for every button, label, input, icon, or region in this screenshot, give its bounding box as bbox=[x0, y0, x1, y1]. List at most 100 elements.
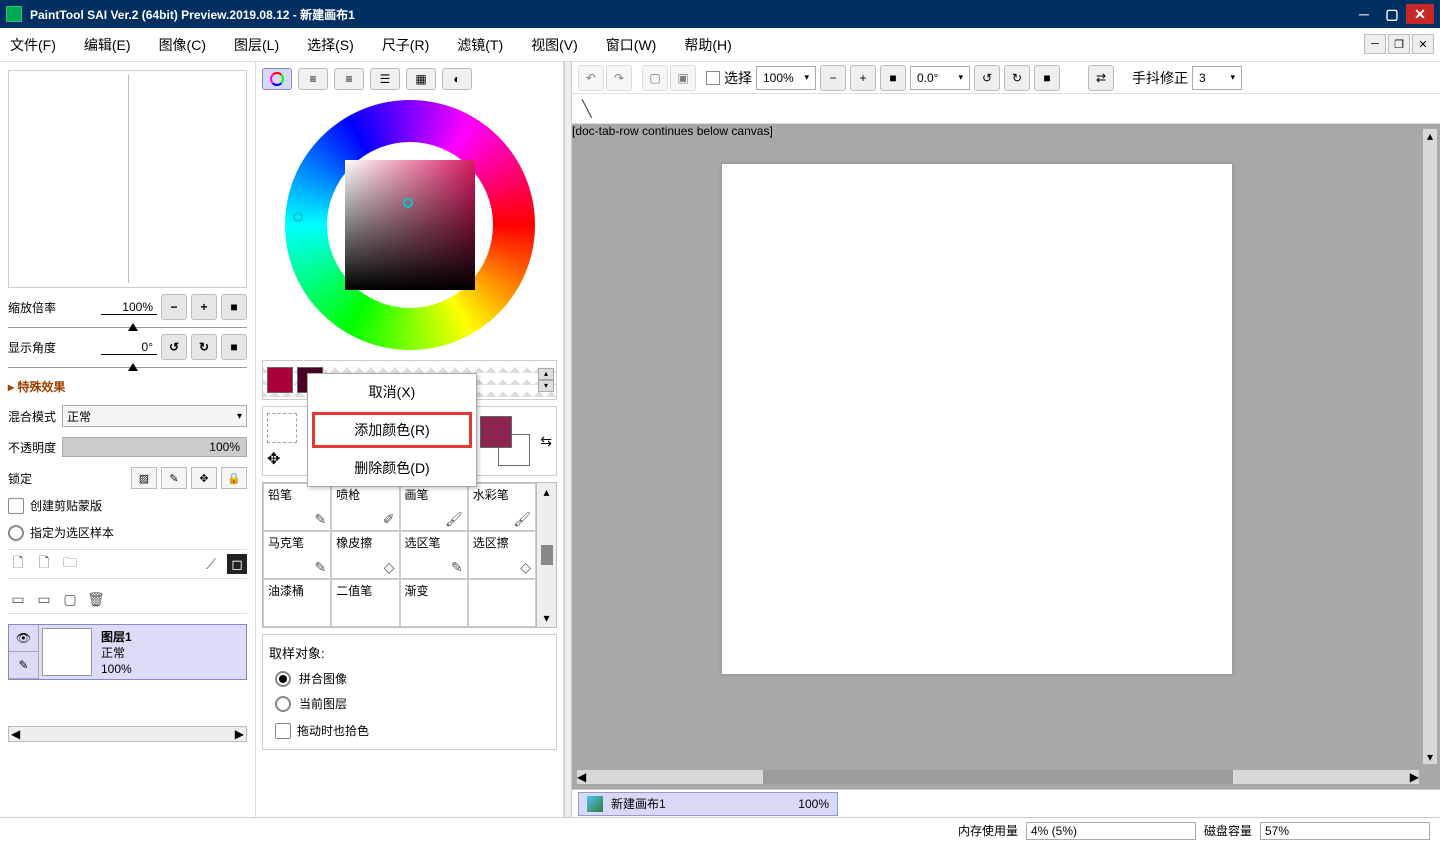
select-checkbox[interactable] bbox=[706, 71, 720, 85]
delete-layer-icon[interactable]: 🗑 bbox=[86, 589, 106, 609]
menu-window[interactable]: 窗口(W) bbox=[606, 35, 657, 55]
zoom-out-button[interactable]: − bbox=[161, 294, 187, 320]
new-linework-layer-icon[interactable]: 🗋 bbox=[34, 554, 54, 574]
swatch-down-button[interactable]: ▾ bbox=[538, 380, 554, 392]
angle-value[interactable]: 0° bbox=[101, 340, 157, 355]
selection-tool-icon[interactable] bbox=[267, 413, 297, 443]
brush-scrollbar[interactable]: ▴▾ bbox=[536, 483, 556, 627]
layer-item[interactable]: 👁 ✎ 图层1 正常 100% bbox=[8, 624, 247, 680]
deselect-button[interactable]: ▢ bbox=[642, 65, 668, 91]
effects-header[interactable]: ▸ 特殊效果 bbox=[8, 374, 247, 399]
lock-paint-button[interactable]: ✎ bbox=[161, 467, 187, 489]
document-tab[interactable]: 新建画布1 100% bbox=[578, 792, 838, 816]
zoom-reset-button[interactable]: ■ bbox=[221, 294, 247, 320]
doc-minimize-button[interactable]: ─ bbox=[1364, 34, 1386, 54]
canvas-zoom-out-button[interactable]: − bbox=[820, 65, 846, 91]
menu-layer[interactable]: 图层(L) bbox=[234, 35, 279, 55]
color-square[interactable] bbox=[345, 160, 475, 290]
clipping-mask-checkbox[interactable]: 创建剪贴蒙版 bbox=[8, 497, 247, 514]
visibility-icon[interactable]: 👁 bbox=[9, 625, 38, 652]
brush-bucket[interactable]: 油漆桶 bbox=[263, 579, 331, 627]
new-folder-icon[interactable]: 🗀 bbox=[60, 554, 80, 574]
brush-selpen[interactable]: 选区笔✎ bbox=[400, 531, 468, 579]
canvas-area[interactable]: [doc-tab-row continues below canvas] ▴▾ … bbox=[572, 124, 1440, 789]
layer-thumbnail[interactable] bbox=[42, 628, 92, 676]
brush-airbrush[interactable]: 喷枪✐ bbox=[331, 483, 399, 531]
color-wheel-tab[interactable] bbox=[262, 68, 292, 90]
rgb-bars-tab[interactable]: ≡ bbox=[298, 68, 328, 90]
minimize-button[interactable]: ─ bbox=[1350, 4, 1378, 24]
canvas-zoom-in-button[interactable]: + bbox=[850, 65, 876, 91]
stabilizer-input[interactable]: 3▾ bbox=[1192, 66, 1242, 90]
canvas[interactable] bbox=[722, 164, 1232, 674]
hue-picker-dot[interactable] bbox=[293, 212, 303, 222]
rotate-cw-button[interactable]: ↻ bbox=[191, 334, 217, 360]
invert-button[interactable]: ▣ bbox=[670, 65, 696, 91]
blend-mode-dropdown[interactable]: 正常▾ bbox=[62, 405, 247, 427]
navigator-preview[interactable] bbox=[8, 70, 247, 288]
brush-eraser[interactable]: 橡皮擦◇ bbox=[331, 531, 399, 579]
lock-move-button[interactable]: ✥ bbox=[191, 467, 217, 489]
zoom-value[interactable]: 100% bbox=[101, 300, 157, 315]
swatch-up-button[interactable]: ▴ bbox=[538, 368, 554, 380]
swatch-item[interactable] bbox=[267, 367, 293, 393]
angle-input[interactable]: 0.0°▾ bbox=[910, 66, 970, 90]
merge-down-icon[interactable]: ▭ bbox=[8, 589, 28, 609]
horizontal-scrollbar[interactable]: ◀▶ bbox=[576, 769, 1420, 785]
layer-scrollbar[interactable]: ◀▶ bbox=[8, 726, 247, 742]
menu-help[interactable]: 帮助(H) bbox=[684, 35, 731, 55]
close-button[interactable]: ✕ bbox=[1406, 4, 1434, 24]
line-tool-icon[interactable]: ╲ bbox=[582, 99, 592, 119]
swap-colors-icon[interactable]: ⇆ bbox=[540, 433, 552, 450]
redo-button[interactable]: ↷ bbox=[606, 65, 632, 91]
menu-file[interactable]: 文件(F) bbox=[10, 35, 56, 55]
canvas-zoom-fit-button[interactable]: ■ bbox=[880, 65, 906, 91]
doc-restore-button[interactable]: ❐ bbox=[1388, 34, 1410, 54]
canvas-rotate-reset-button[interactable]: ■ bbox=[1034, 65, 1060, 91]
maximize-button[interactable]: ▢ bbox=[1378, 4, 1406, 24]
brush-seleraser[interactable]: 选区擦◇ bbox=[468, 531, 536, 579]
color-picker-dot[interactable] bbox=[403, 198, 413, 208]
canvas-rotate-cw-button[interactable]: ↻ bbox=[1004, 65, 1030, 91]
lock-pixels-button[interactable]: ▨ bbox=[131, 467, 157, 489]
context-delete-color[interactable]: 删除颜色(D) bbox=[308, 450, 476, 486]
transfer-down-icon[interactable]: ⟋ bbox=[201, 554, 221, 574]
context-add-color[interactable]: 添加颜色(R) bbox=[312, 412, 472, 448]
menu-ruler[interactable]: 尺子(R) bbox=[382, 35, 429, 55]
move-tool-icon[interactable]: ✥ bbox=[267, 449, 297, 469]
menu-view[interactable]: 视图(V) bbox=[531, 35, 578, 55]
panel-divider[interactable] bbox=[564, 62, 572, 817]
rotate-reset-button[interactable]: ■ bbox=[221, 334, 247, 360]
selection-source-checkbox[interactable]: 指定为选区样本 bbox=[8, 524, 247, 541]
menu-edit[interactable]: 编辑(E) bbox=[84, 35, 131, 55]
menu-filter[interactable]: 滤镜(T) bbox=[457, 35, 503, 55]
hsv-bars-tab[interactable]: ≡ bbox=[334, 68, 364, 90]
brush-pencil[interactable]: 铅笔✎ bbox=[263, 483, 331, 531]
context-cancel[interactable]: 取消(X) bbox=[308, 374, 476, 410]
flatten-icon[interactable]: ▭ bbox=[34, 589, 54, 609]
foreground-color[interactable] bbox=[480, 416, 512, 448]
radio-current[interactable]: 当前图层 bbox=[267, 691, 552, 716]
undo-button[interactable]: ↶ bbox=[578, 65, 604, 91]
doc-close-button[interactable]: ✕ bbox=[1412, 34, 1434, 54]
color-wheel[interactable] bbox=[285, 100, 535, 350]
flip-button[interactable]: ⇄ bbox=[1088, 65, 1114, 91]
scratchpad-tab[interactable]: ◐ bbox=[442, 68, 472, 90]
menu-select[interactable]: 选择(S) bbox=[307, 35, 354, 55]
menu-image[interactable]: 图像(C) bbox=[159, 35, 206, 55]
rotate-ccw-button[interactable]: ↺ bbox=[161, 334, 187, 360]
zoom-input[interactable]: 100%▾ bbox=[756, 66, 816, 90]
radio-merged[interactable]: 拼合图像 bbox=[267, 666, 552, 691]
vertical-scrollbar[interactable]: ▴▾ bbox=[1422, 128, 1438, 765]
new-layer-icon[interactable]: 🗋 bbox=[8, 554, 28, 574]
canvas-rotate-ccw-button[interactable]: ↺ bbox=[974, 65, 1000, 91]
brush-gradient[interactable]: 渐变 bbox=[400, 579, 468, 627]
gray-tab[interactable]: ☰ bbox=[370, 68, 400, 90]
brush-brush[interactable]: 画笔🖌 bbox=[400, 483, 468, 531]
swatches-tab[interactable]: ▦ bbox=[406, 68, 436, 90]
clear-layer-icon[interactable]: ▢ bbox=[60, 589, 80, 609]
lock-all-button[interactable]: 🔒 bbox=[221, 467, 247, 489]
brush-watercolor[interactable]: 水彩笔🖌 bbox=[468, 483, 536, 531]
brush-binary[interactable]: 二值笔 bbox=[331, 579, 399, 627]
fg-bg-color[interactable] bbox=[480, 416, 530, 466]
